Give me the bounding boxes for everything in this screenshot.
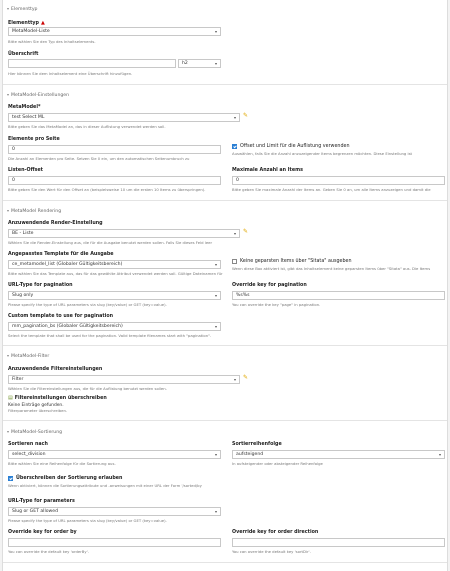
chevron-down-icon: ▾ [233,115,236,120]
elementtyp-help: Bitte wählen Sie den Typ des Inhaltselem… [8,39,96,44]
elemente-pro-seite-input[interactable]: 0 [8,145,221,154]
template-help: Bitte wählen Sie das Template aus, das f… [8,271,223,276]
elemente-pro-seite-label: Elemente pro Seite [8,137,60,142]
render-setting-select[interactable]: BE - Liste ▾ [8,229,240,238]
collapse-icon: ▾ [7,353,10,358]
ueberschrift-label: Überschrift [8,52,39,57]
no-parsing-help: Wenn diese Box aktiviert ist, gibt das I… [232,266,431,271]
chevron-down-icon: ▾ [214,29,217,34]
filter-setting-select[interactable]: Filter ▾ [8,375,240,384]
override-sort-by-help: You can override the default key 'orderB… [8,549,89,554]
chevron-down-icon: ▾ [438,452,441,457]
collapse-icon: ▾ [7,208,10,213]
max-items-label: Maximale Anzahl an Items [232,168,303,173]
template-select[interactable]: ce_metamodel_list (Globaler Gültigkeitsb… [8,260,221,269]
section-legend-metamodel-rendering[interactable]: ▾ MetaModel Rendering [3,202,61,214]
sort-by-help: Bitte wählen Sie eine Reihenfolge für di… [8,461,116,466]
chevron-down-icon: ▾ [214,293,217,298]
url-type-params-label: URL-Type for parameters [8,499,75,504]
divider [3,420,447,421]
edit-pencil-icon[interactable]: ✎ [243,112,248,119]
offset-limit-help: Auswählen, falls Sie die Anzahl anzuzeig… [232,151,413,156]
warning-icon: ▲ [41,20,45,26]
edit-pencil-icon[interactable]: ✎ [243,228,248,235]
elemente-pro-seite-help: Die Anzahl an Elementen pro Seite. Setze… [8,156,190,161]
divider [3,84,447,85]
chevron-down-icon: ▾ [214,324,217,329]
metamodel-select[interactable]: test Select ML ▾ [8,113,240,122]
max-items-help: Bitte geben Sie maximale Anzahl der Item… [232,187,431,192]
url-type-pagination-help: Please specify the type of URL parameter… [8,302,167,307]
metamodel-help: Bitte geben Sie das MetaModel an, das in… [8,124,166,129]
pagination-template-help: Select the template that shall be used f… [8,333,212,338]
listen-offset-label: Listen-Offset [8,168,43,173]
render-setting-label: Anzuwendende Render-Einstellung [8,221,103,226]
pagination-template-select[interactable]: mm_pagination_bs (Globaler Gültigkeitsbe… [8,322,221,331]
override-sort-by-input[interactable] [8,538,221,547]
url-type-params-help: Please specify the type of URL parameter… [8,518,167,523]
filter-setting-help: Wählen Sie die Filtereinstellungen aus, … [8,386,167,391]
url-type-pagination-select[interactable]: Slug only ▾ [8,291,221,300]
chevron-down-icon: ▾ [233,377,236,382]
listen-offset-help: Bitte geben Sie den Wert für den Offset … [8,187,206,192]
override-direction-label: Override key for order direction [232,530,319,535]
override-pagination-input[interactable]: %s%s [232,291,445,300]
chevron-down-icon: ▾ [214,61,217,66]
ueberschrift-input[interactable] [8,59,176,68]
sort-by-select[interactable]: select_division ▾ [8,450,221,459]
section-legend-metamodel-filter[interactable]: ▾ MetaModel-Filter [3,347,49,359]
filter-icon: ▤ [8,395,13,401]
section-legend-metamodel-settings[interactable]: ▾ MetaModel-Einstellungen [3,86,69,98]
max-items-input[interactable]: 0 [232,176,445,185]
override-direction-help: You can override the default key 'sortDi… [232,549,311,554]
override-pagination-label: Override key for pagination [232,283,307,288]
divider [3,562,447,563]
collapse-icon: ▾ [7,429,10,434]
url-type-params-select[interactable]: Slug or GET allowed ▾ [8,507,221,516]
filter-override-help: Filterparameter überschreiben. [8,408,68,413]
chevron-down-icon: ▾ [233,231,236,236]
sort-order-select[interactable]: aufsteigend ▾ [232,450,445,459]
edit-pencil-icon[interactable]: ✎ [243,374,248,381]
ueberschrift-help: Hier können Sie dem Inhaltselement eine … [8,71,133,76]
heading-level-select[interactable]: h2 ▾ [178,59,221,68]
metamodel-label: MetaModel* [8,105,41,110]
filter-override-label: ▤ Filtereinstellungen überschreiben [8,395,107,401]
section-legend-metamodel-sorting[interactable]: ▾ MetaModel-Sortierung [3,423,62,435]
override-direction-input[interactable] [232,538,445,547]
override-pagination-help: You can override the key "page" in pagin… [232,302,321,307]
divider [3,345,447,346]
section-legend-elementtyp[interactable]: ▾ Elementtyp [3,0,37,12]
elementtyp-select[interactable]: MetaModel-Liste ▾ [8,27,221,36]
filter-setting-label: Anzuwendende Filtereinstellungen [8,367,103,372]
sort-override-help: Wenn aktiviert, können die Sortierungsat… [8,483,202,488]
override-sort-by-label: Override key for order by [8,530,77,535]
url-type-pagination-label: URL-Type for pagination [8,283,73,288]
sort-override-checkbox[interactable] [8,476,13,481]
content-element-form: ▾ Elementtyp Elementtyp ▲ MetaModel-Liste ▾… [2,0,448,571]
divider [3,200,447,201]
sort-order-label: Sortierreihenfolge [232,442,282,447]
chevron-down-icon: ▾ [214,262,217,267]
sort-order-help: In aufsteigender oder absteigender Reihe… [232,461,323,466]
chevron-down-icon: ▾ [214,452,217,457]
listen-offset-input[interactable]: 0 [8,176,221,185]
template-label: Angepasstes Template für die Ausgabe [8,252,114,257]
no-parsing-checkbox[interactable] [232,259,237,264]
collapse-icon: ▾ [7,92,10,97]
render-setting-help: Wählen Sie die Render-Einstellung aus, d… [8,240,213,245]
chevron-down-icon: ▾ [214,509,217,514]
elementtyp-value: MetaModel-Liste [12,29,50,34]
no-parsing-checkbox-row[interactable]: Keine geparsten Items über "Sitata" ausg… [232,259,352,264]
elementtyp-label: Elementtyp ▲ [8,20,45,26]
collapse-icon: ▾ [7,6,10,11]
sort-by-label: Sortieren nach [8,442,48,447]
offset-limit-checkbox-row[interactable]: Offset und Limit für die Auflistung verw… [232,144,350,149]
offset-limit-checkbox[interactable] [232,144,237,149]
sort-override-checkbox-row[interactable]: Überschreiben der Sortierung erlauben [8,476,122,481]
pagination-template-label: Custom template to use for pagination [8,314,114,319]
